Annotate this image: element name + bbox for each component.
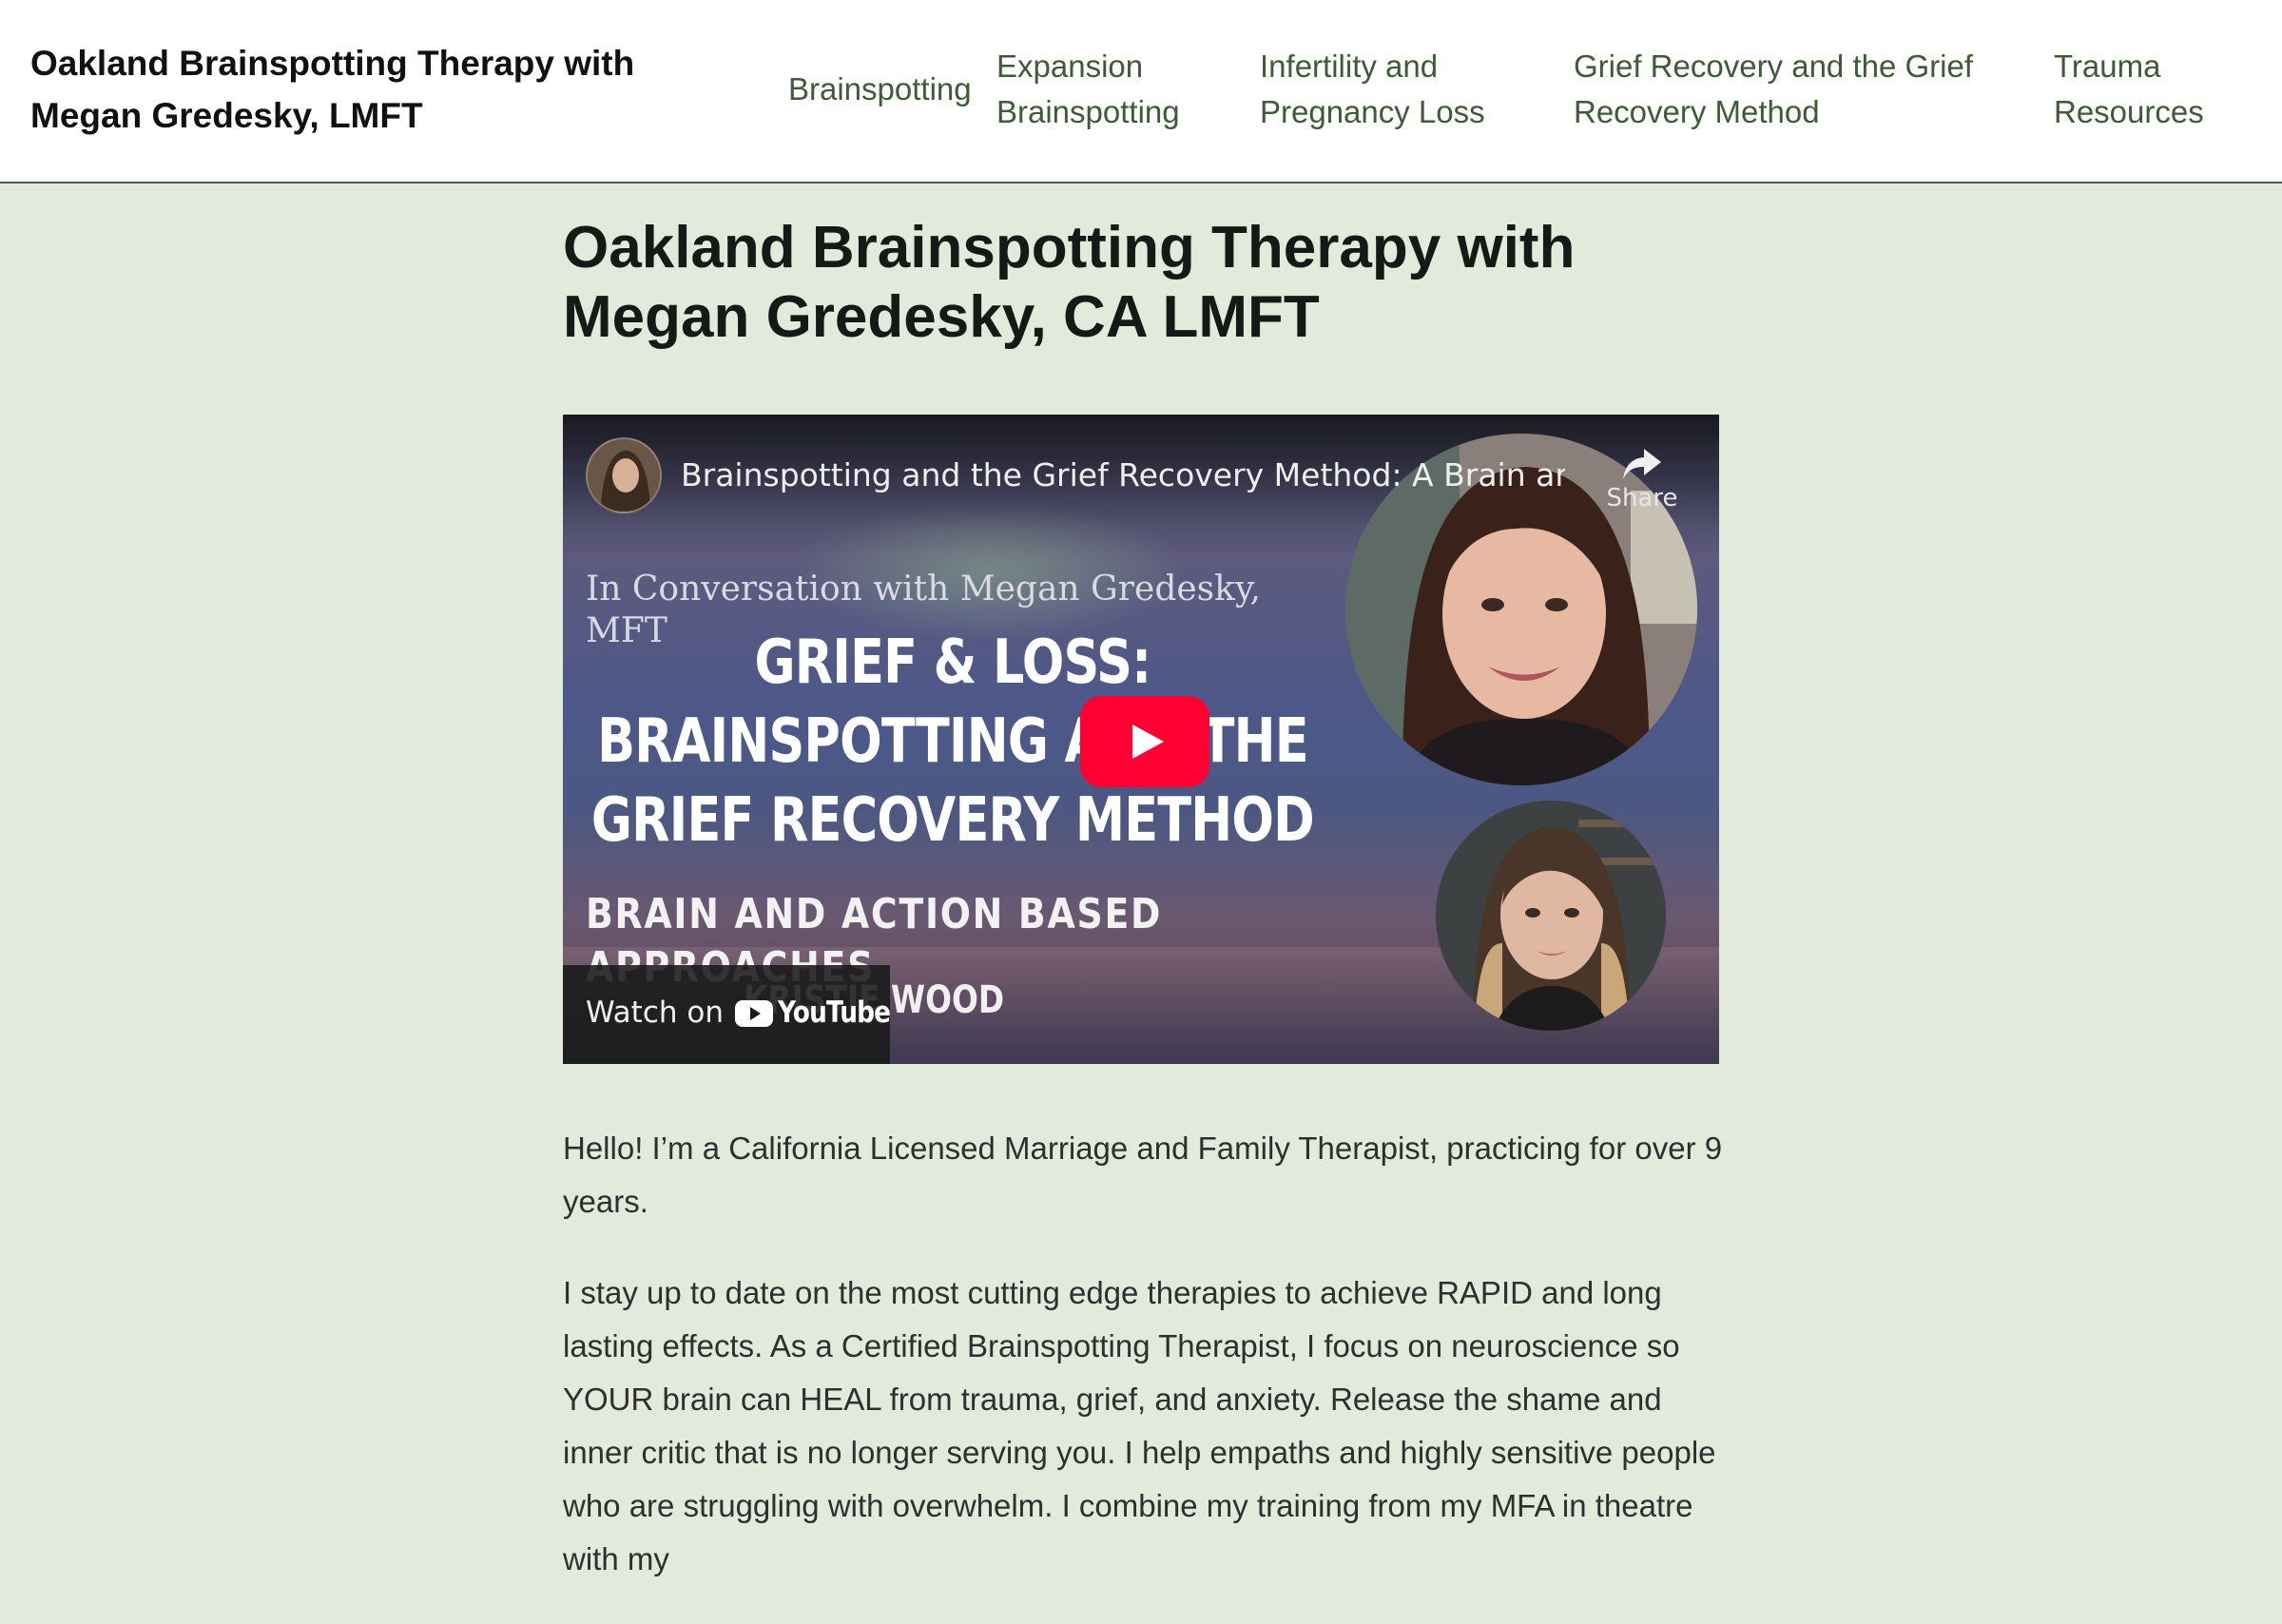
play-icon bbox=[1132, 725, 1164, 759]
share-label: Share bbox=[1606, 484, 1678, 512]
watch-on-label: Watch on bbox=[586, 996, 724, 1030]
thumbnail-title: GRIEF & LOSS: BRAINSPOTTING AND THE GRIE… bbox=[590, 628, 1315, 856]
site-title-link[interactable]: Oakland Brainspotting Therapy with Megan… bbox=[30, 37, 753, 142]
nav-item-expansion-brainspotting[interactable]: Expansion Brainspotting bbox=[996, 44, 1196, 135]
share-icon bbox=[1623, 449, 1661, 479]
youtube-wordmark: YouTube bbox=[778, 996, 891, 1030]
intro-paragraph: Hello! I’m a California Licensed Marriag… bbox=[563, 1131, 1723, 1219]
body-copy: Hello! I’m a California Licensed Marriag… bbox=[563, 1122, 1723, 1624]
nav-item-infertility-pregnancy-loss[interactable]: Infertility and Pregnancy Loss bbox=[1260, 44, 1517, 135]
nav-item-brainspotting[interactable]: Brainspotting bbox=[788, 67, 978, 112]
guest-portrait bbox=[1436, 801, 1666, 1031]
video-embed[interactable]: In Conversation with Megan Gredesky, MFT… bbox=[563, 415, 1719, 1064]
play-button[interactable] bbox=[1080, 696, 1209, 787]
page-title: Oakland Brainspotting Therapy with Megan… bbox=[563, 215, 1576, 350]
share-button[interactable]: Share bbox=[1599, 435, 1685, 531]
channel-avatar[interactable] bbox=[586, 437, 662, 513]
approach-paragraph: I stay up to date on the most cutting ed… bbox=[563, 1275, 1716, 1576]
youtube-logo-icon bbox=[735, 1000, 773, 1027]
nav-item-grief-recovery[interactable]: Grief Recovery and the Grief Recovery Me… bbox=[1574, 44, 1992, 135]
site-header: Oakland Brainspotting Therapy with Megan… bbox=[0, 0, 2282, 184]
watch-on-youtube-button[interactable]: Watch on YouTube bbox=[563, 965, 891, 1064]
nav-item-trauma-resources[interactable]: Trauma Resources bbox=[2054, 44, 2244, 135]
video-title-link[interactable]: Brainspotting and the Grief Recovery Met… bbox=[681, 456, 1565, 494]
